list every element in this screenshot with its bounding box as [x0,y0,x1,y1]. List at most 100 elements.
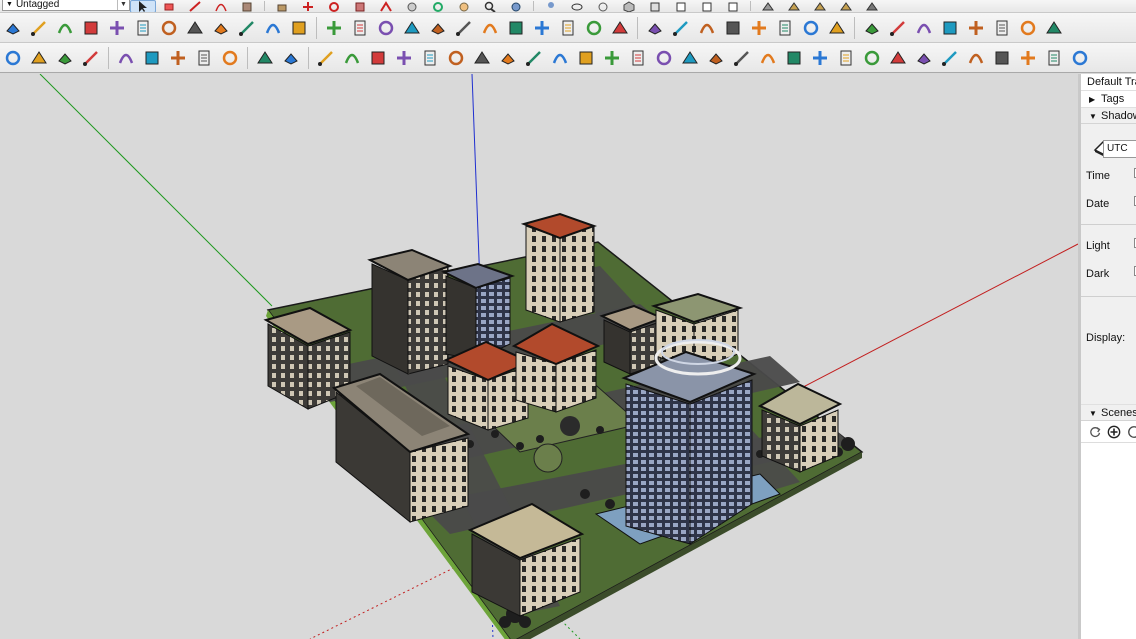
paint-tool-button[interactable] [234,0,260,12]
ext-tool-button-20[interactable] [521,45,547,71]
ext-tool-button-33[interactable] [859,45,885,71]
style-xray-button[interactable] [755,0,781,12]
look-around-button[interactable] [564,0,590,12]
main-tool-button-12[interactable] [286,15,312,41]
main-tool-button-38[interactable] [989,15,1015,41]
ext-tool-button-23[interactable] [599,45,625,71]
main-tool-button-24[interactable] [607,15,633,41]
ext-tool-button-16[interactable] [417,45,443,71]
main-tool-button-34[interactable] [885,15,911,41]
push-pull-button[interactable] [269,0,295,12]
view-front-button[interactable] [668,0,694,12]
view-top-button[interactable] [642,0,668,12]
style-shaded-button[interactable] [833,0,859,12]
main-tool-button-28[interactable] [720,15,746,41]
main-tool-button-19[interactable] [477,15,503,41]
main-tool-button-10[interactable] [234,15,260,41]
ext-tool-button-2[interactable] [26,45,52,71]
ext-tool-button-3[interactable] [52,45,78,71]
scale-button[interactable] [347,0,373,12]
rotate-button[interactable] [321,0,347,12]
main-tool-button-3[interactable] [52,15,78,41]
main-tool-button-32[interactable] [824,15,850,41]
zoom-window-button[interactable] [503,0,529,12]
tag-select[interactable]: ▼ Untagged ▼ [2,0,130,11]
ext-tool-button-26[interactable] [677,45,703,71]
arc-tool-button[interactable] [208,0,234,12]
ext-tool-button-30[interactable] [781,45,807,71]
position-camera-button[interactable] [590,0,616,12]
style-texture-button[interactable] [859,0,885,12]
orbit-button[interactable] [425,0,451,12]
ext-tool-button-7[interactable] [165,45,191,71]
ext-tool-button-24[interactable] [625,45,651,71]
main-tool-button-8[interactable] [182,15,208,41]
ext-tool-button-5[interactable] [113,45,139,71]
ext-tool-button-36[interactable] [937,45,963,71]
ext-tool-button-6[interactable] [139,45,165,71]
move-button[interactable] [295,0,321,12]
ext-tool-button-25[interactable] [651,45,677,71]
main-tool-button-27[interactable] [694,15,720,41]
main-tool-button-26[interactable] [668,15,694,41]
main-tool-button-14[interactable] [347,15,373,41]
ext-tool-button-35[interactable] [911,45,937,71]
ext-tool-button-9[interactable] [217,45,243,71]
main-tool-button-35[interactable] [911,15,937,41]
line-tool-button[interactable] [182,0,208,12]
add-scene-icon[interactable] [1107,424,1121,440]
style-wire-button[interactable] [781,0,807,12]
main-tool-button-22[interactable] [555,15,581,41]
ext-tool-button-28[interactable] [729,45,755,71]
ext-tool-button-31[interactable] [807,45,833,71]
main-tool-button-39[interactable] [1015,15,1041,41]
view-back-button[interactable] [720,0,746,12]
main-tool-button-16[interactable] [399,15,425,41]
offset-button[interactable] [373,0,399,12]
main-tool-button-29[interactable] [746,15,772,41]
ext-tool-button-29[interactable] [755,45,781,71]
ext-tool-button-17[interactable] [443,45,469,71]
ext-tool-button-41[interactable] [1067,45,1093,71]
panel-scenes-header[interactable]: ▼ Scenes [1081,404,1136,421]
view-right-button[interactable] [694,0,720,12]
main-tool-button-1[interactable] [0,15,26,41]
chevron-down-icon[interactable]: ▼ [117,0,129,10]
ext-tool-button-18[interactable] [469,45,495,71]
main-tool-button-2[interactable] [26,15,52,41]
view-iso-button[interactable] [616,0,642,12]
main-tool-button-6[interactable] [130,15,156,41]
main-tool-button-33[interactable] [859,15,885,41]
ext-tool-button-19[interactable] [495,45,521,71]
main-tool-button-21[interactable] [529,15,555,41]
main-tool-button-23[interactable] [581,15,607,41]
remove-scene-icon[interactable] [1127,424,1136,440]
main-tool-button-40[interactable] [1041,15,1067,41]
ext-tool-button-40[interactable] [1041,45,1067,71]
tape-button[interactable] [399,0,425,12]
ext-tool-button-38[interactable] [989,45,1015,71]
main-tool-button-4[interactable] [78,15,104,41]
ext-tool-button-4[interactable] [78,45,104,71]
main-tool-button-5[interactable] [104,15,130,41]
main-tool-button-20[interactable] [503,15,529,41]
zoom-button[interactable] [477,0,503,12]
main-tool-button-17[interactable] [425,15,451,41]
walk-button[interactable] [538,0,564,12]
main-tool-button-18[interactable] [451,15,477,41]
timezone-select[interactable]: UTC [1103,140,1136,158]
ext-tool-button-15[interactable] [391,45,417,71]
main-tool-button-25[interactable] [642,15,668,41]
ext-tool-button-12[interactable] [313,45,339,71]
main-tool-button-11[interactable] [260,15,286,41]
main-tool-button-31[interactable] [798,15,824,41]
pan-button[interactable] [451,0,477,12]
panel-shadows-header[interactable]: ▼ Shadows [1081,107,1136,124]
ext-tool-button-11[interactable] [278,45,304,71]
style-hidden-button[interactable] [807,0,833,12]
model-viewport[interactable] [0,74,1078,639]
ext-tool-button-34[interactable] [885,45,911,71]
ext-tool-button-14[interactable] [365,45,391,71]
ext-tool-button-39[interactable] [1015,45,1041,71]
panel-tags-header[interactable]: ▶ Tags [1081,90,1136,107]
